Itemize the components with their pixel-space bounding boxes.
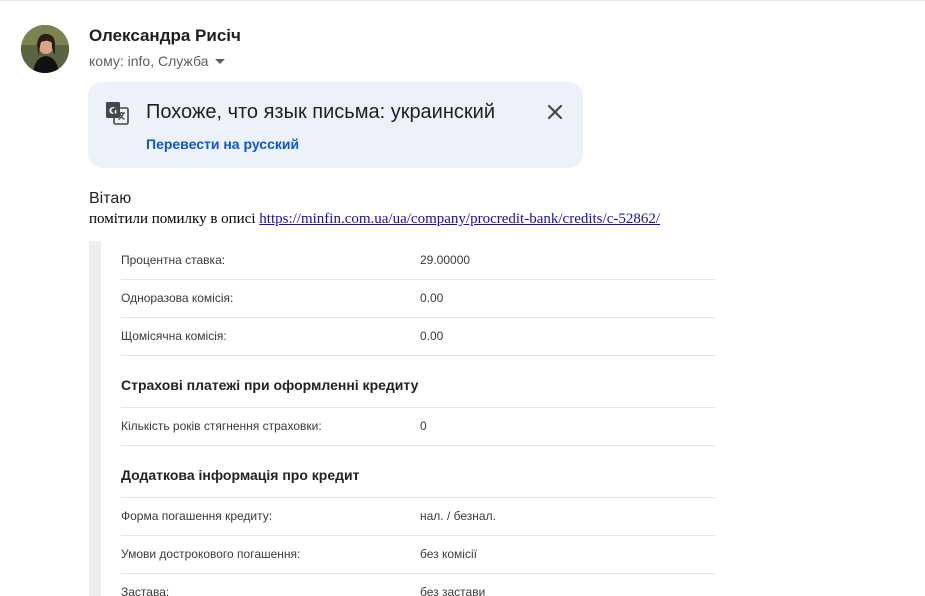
row-value: 0.00 xyxy=(420,329,444,343)
section-heading: Страхові платежі при оформленні кредиту xyxy=(121,356,715,408)
recipients-text: кому: info, Служба xyxy=(89,53,209,69)
section-title-insurance: Страхові платежі при оформленні кредиту xyxy=(121,377,419,393)
embedded-screenshot: Процентна ставка: 29.00000 Одноразова ко… xyxy=(89,241,729,596)
close-icon[interactable] xyxy=(543,100,567,124)
message-body-line: помітили помилку в описі https://minfin.… xyxy=(89,211,660,228)
row-label: Кількість років стягнення страховки: xyxy=(121,419,322,433)
table-row: Одноразова комісія: 0.00 xyxy=(121,280,715,318)
row-value: нал. / безнал. xyxy=(420,509,496,523)
avatar-photo xyxy=(21,25,69,73)
table-row: Форма погашення кредиту: нал. / безнал. xyxy=(121,498,715,536)
row-label: Умови дострокового погашення: xyxy=(121,547,301,561)
message-text: помітили помилку в описі xyxy=(89,211,256,227)
row-value: 0.00 xyxy=(420,291,444,305)
row-label: Застава: xyxy=(121,585,170,596)
table-row: Застава: без застави xyxy=(121,574,715,596)
translate-banner: G Похоже, что язык письма: украинский Пе… xyxy=(88,82,583,168)
row-value: 0 xyxy=(420,419,427,433)
translate-banner-title: Похоже, что язык письма: украинский xyxy=(146,101,495,123)
table-row: Щомісячна комісія: 0.00 xyxy=(121,318,715,356)
sender-name[interactable]: Олександра Рисіч xyxy=(89,26,241,46)
row-label: Процентна ставка: xyxy=(121,253,226,267)
table-row: Умови дострокового погашення: без комісі… xyxy=(121,536,715,574)
message-link[interactable]: https://minfin.com.ua/ua/company/procred… xyxy=(259,211,660,227)
email-message-view: Олександра Рисіч кому: info, Служба G По… xyxy=(0,0,925,596)
table-row: Кількість років стягнення страховки: 0 xyxy=(121,408,715,446)
avatar[interactable] xyxy=(21,25,69,73)
row-label: Одноразова комісія: xyxy=(121,291,234,305)
row-value: без застави xyxy=(420,585,486,596)
section-heading: Додаткова інформація про кредит xyxy=(121,446,715,498)
section-title-additional: Додаткова інформація про кредит xyxy=(121,467,360,483)
screenshot-left-bar xyxy=(89,241,101,596)
row-value: 29.00000 xyxy=(420,253,471,267)
translate-icon: G xyxy=(106,102,129,125)
row-value: без комісії xyxy=(420,547,477,561)
chevron-down-icon[interactable] xyxy=(215,58,226,64)
recipients-line[interactable]: кому: info, Служба xyxy=(89,53,226,69)
translate-link[interactable]: Перевести на русский xyxy=(146,136,299,152)
row-label: Форма погашення кредиту: xyxy=(121,509,273,523)
message-greeting: Вітаю xyxy=(89,190,132,207)
row-label: Щомісячна комісія: xyxy=(121,329,227,343)
table-row: Процентна ставка: 29.00000 xyxy=(121,241,715,280)
